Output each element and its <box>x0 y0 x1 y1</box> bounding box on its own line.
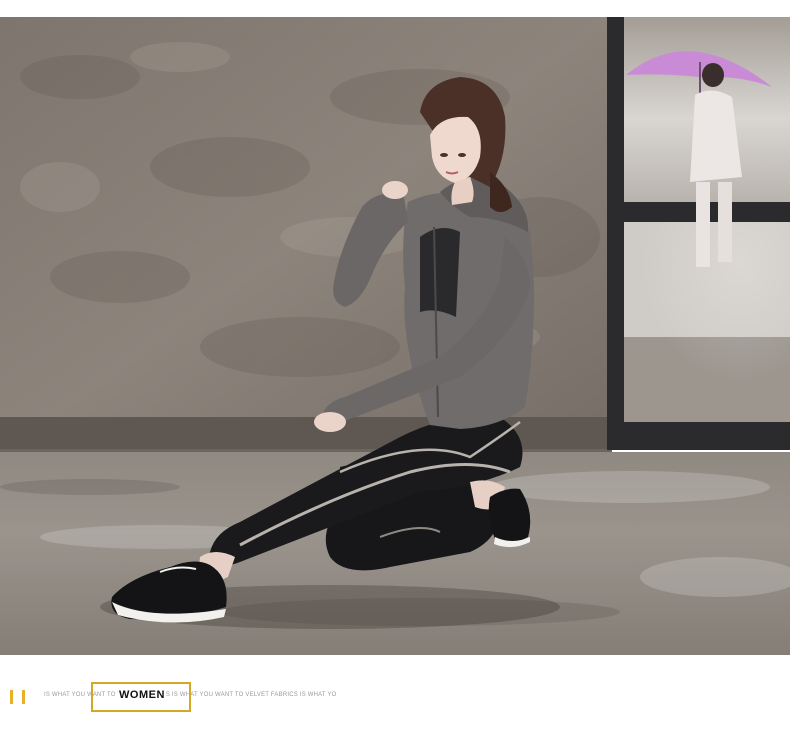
accent-bar-right <box>22 690 25 704</box>
accent-bar-left <box>10 690 13 704</box>
section-title: WOMEN <box>118 689 166 701</box>
product-photo <box>0 17 790 655</box>
